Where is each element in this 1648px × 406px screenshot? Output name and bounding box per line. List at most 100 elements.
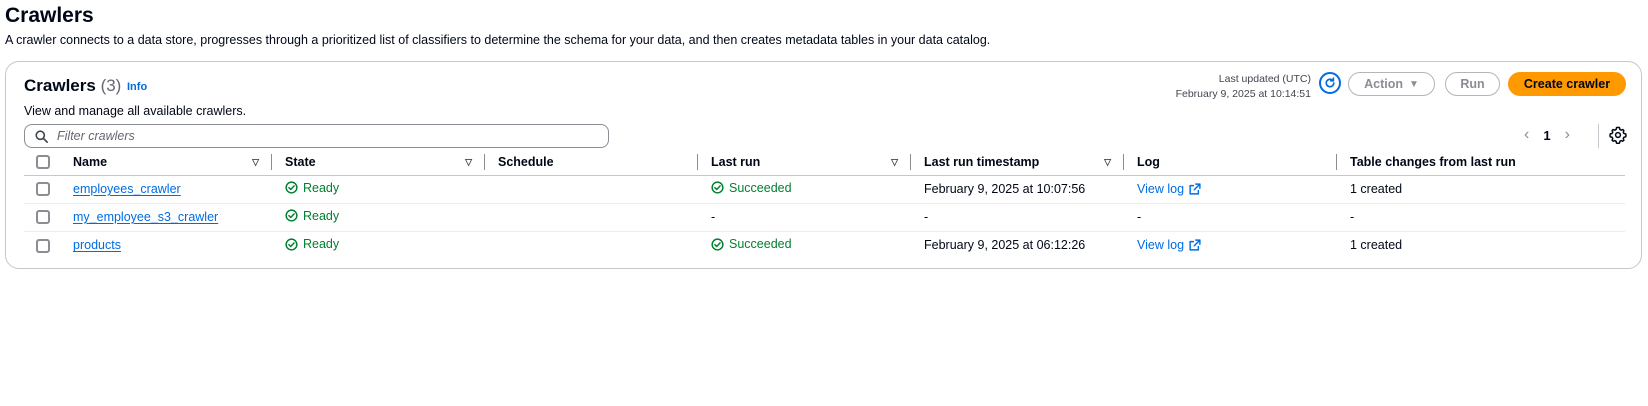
last-updated: Last updated (UTC) February 9, 2025 at 1… bbox=[1176, 72, 1311, 102]
gear-icon[interactable] bbox=[1609, 126, 1627, 144]
state-status: Ready bbox=[285, 237, 339, 251]
row-checkbox[interactable] bbox=[36, 182, 50, 197]
header-state[interactable]: State ▽ bbox=[272, 149, 485, 176]
sort-icon: ▽ bbox=[252, 157, 259, 167]
external-link-icon bbox=[1189, 239, 1201, 251]
name-cell: my_employee_s3_crawler bbox=[60, 203, 272, 232]
sort-icon: ▽ bbox=[891, 157, 898, 167]
timestamp-cell: - bbox=[911, 203, 1124, 232]
last-updated-label: Last updated (UTC) bbox=[1218, 73, 1311, 85]
last-run-text: Succeeded bbox=[729, 180, 792, 195]
chevron-left-icon[interactable]: ‹ bbox=[1524, 126, 1529, 144]
state-cell: Ready bbox=[272, 175, 485, 204]
pagination: ‹ 1 › bbox=[1524, 126, 1570, 144]
success-check-icon bbox=[285, 181, 298, 194]
crawlers-table: Name ▽ State ▽ Schedule Last run ▽ Last run… bbox=[24, 149, 1625, 259]
select-all-checkbox[interactable] bbox=[36, 155, 50, 170]
info-link[interactable]: Info bbox=[127, 81, 147, 93]
table-row: my_employee_s3_crawler Ready - - - - bbox=[24, 203, 1625, 232]
header-last-run[interactable]: Last run ▽ bbox=[698, 149, 911, 176]
success-check-icon bbox=[711, 181, 724, 194]
schedule-cell bbox=[485, 175, 698, 204]
page-title: Crawlers bbox=[5, 4, 94, 27]
schedule-cell bbox=[485, 231, 698, 259]
table-header-row: Name ▽ State ▽ Schedule Last run ▽ Last run… bbox=[24, 149, 1625, 176]
header-state-label: State bbox=[285, 154, 316, 169]
row-checkbox[interactable] bbox=[36, 238, 50, 253]
crawler-name-link[interactable]: products bbox=[73, 238, 121, 252]
crawler-name-link[interactable]: employees_crawler bbox=[73, 182, 181, 196]
state-text: Ready bbox=[303, 237, 340, 251]
schedule-cell bbox=[485, 203, 698, 232]
panel-title: Crawlers (3) bbox=[24, 76, 121, 96]
header-timestamp-label: Last run timestamp bbox=[924, 154, 1040, 169]
last-run-cell: - bbox=[698, 203, 911, 232]
header-table-changes: Table changes from last run bbox=[1337, 149, 1625, 176]
timestamp-cell: February 9, 2025 at 06:12:26 bbox=[924, 238, 1086, 253]
run-button[interactable]: Run bbox=[1445, 72, 1500, 96]
header-log-label: Log bbox=[1137, 154, 1160, 169]
view-log-text: View log bbox=[1137, 182, 1185, 196]
header-last-run-timestamp[interactable]: Last run timestamp ▽ bbox=[911, 149, 1124, 176]
row-checkbox[interactable] bbox=[36, 210, 50, 225]
view-log-link[interactable]: View log bbox=[1137, 182, 1201, 196]
panel-title-text: Crawlers bbox=[24, 76, 96, 95]
header-name-label: Name bbox=[73, 154, 108, 169]
state-cell: Ready bbox=[272, 203, 485, 232]
page-description: A crawler connects to a data store, prog… bbox=[5, 33, 991, 47]
last-run-status: Succeeded bbox=[711, 181, 792, 195]
state-cell: Ready bbox=[272, 231, 485, 259]
panel-subtitle: View and manage all available crawlers. bbox=[24, 104, 247, 118]
header-schedule: Schedule bbox=[485, 149, 698, 176]
header-schedule-label: Schedule bbox=[498, 154, 554, 169]
last-updated-value: February 9, 2025 at 10:14:51 bbox=[1175, 88, 1311, 100]
success-check-icon bbox=[711, 237, 724, 251]
crawler-count: (3) bbox=[100, 76, 122, 95]
view-log-text: View log bbox=[1137, 238, 1185, 253]
page-number[interactable]: 1 bbox=[1543, 128, 1550, 143]
create-crawler-button[interactable]: Create crawler bbox=[1508, 72, 1626, 96]
state-text: Ready bbox=[303, 180, 340, 195]
state-text: Ready bbox=[303, 208, 340, 223]
row-select bbox=[24, 231, 60, 259]
search-icon bbox=[35, 129, 48, 143]
crawlers-panel: Crawlers (3) Info View and manage all av… bbox=[5, 61, 1642, 269]
log-cell: View log bbox=[1124, 231, 1337, 259]
last-run-text: Succeeded bbox=[729, 237, 792, 251]
row-select bbox=[24, 203, 60, 232]
action-button[interactable]: Action ▼ bbox=[1348, 72, 1435, 96]
state-status: Ready bbox=[285, 209, 339, 223]
name-cell: products bbox=[60, 231, 272, 259]
changes-cell: 1 created bbox=[1350, 238, 1403, 253]
chevron-right-icon[interactable]: › bbox=[1565, 126, 1570, 144]
filter-crawlers-input[interactable] bbox=[57, 129, 597, 143]
last-run-cell: Succeeded bbox=[698, 231, 911, 259]
name-cell: employees_crawler bbox=[60, 175, 272, 204]
last-run-cell: Succeeded bbox=[698, 175, 911, 204]
crawler-name-link[interactable]: my_employee_s3_crawler bbox=[73, 210, 218, 224]
changes-cell: 1 created bbox=[1337, 175, 1625, 204]
action-label: Action bbox=[1364, 77, 1403, 91]
sort-icon: ▽ bbox=[465, 157, 472, 167]
state-status: Ready bbox=[285, 181, 339, 195]
table-row: employees_crawler Ready Succeeded Februa… bbox=[24, 175, 1625, 204]
success-check-icon bbox=[285, 209, 298, 222]
changes-cell: - bbox=[1337, 203, 1625, 232]
header-changes-label: Table changes from last run bbox=[1350, 154, 1516, 169]
last-run-status: Succeeded bbox=[711, 237, 792, 251]
refresh-button[interactable] bbox=[1319, 72, 1341, 94]
refresh-icon bbox=[1325, 77, 1335, 88]
pagination-divider bbox=[1598, 124, 1599, 148]
header-last-run-label: Last run bbox=[711, 154, 761, 169]
header-log: Log bbox=[1124, 149, 1337, 176]
row-select bbox=[24, 175, 60, 204]
log-cell: View log bbox=[1124, 175, 1337, 204]
caret-down-icon: ▼ bbox=[1408, 78, 1419, 90]
view-log-link[interactable]: View log bbox=[1137, 238, 1201, 252]
filter-box bbox=[24, 124, 609, 148]
external-link-icon bbox=[1189, 183, 1201, 195]
header-select-all bbox=[24, 149, 60, 176]
timestamp-cell: February 9, 2025 at 10:07:56 bbox=[911, 175, 1124, 204]
header-name[interactable]: Name ▽ bbox=[60, 149, 272, 176]
sort-icon: ▽ bbox=[1104, 157, 1111, 167]
